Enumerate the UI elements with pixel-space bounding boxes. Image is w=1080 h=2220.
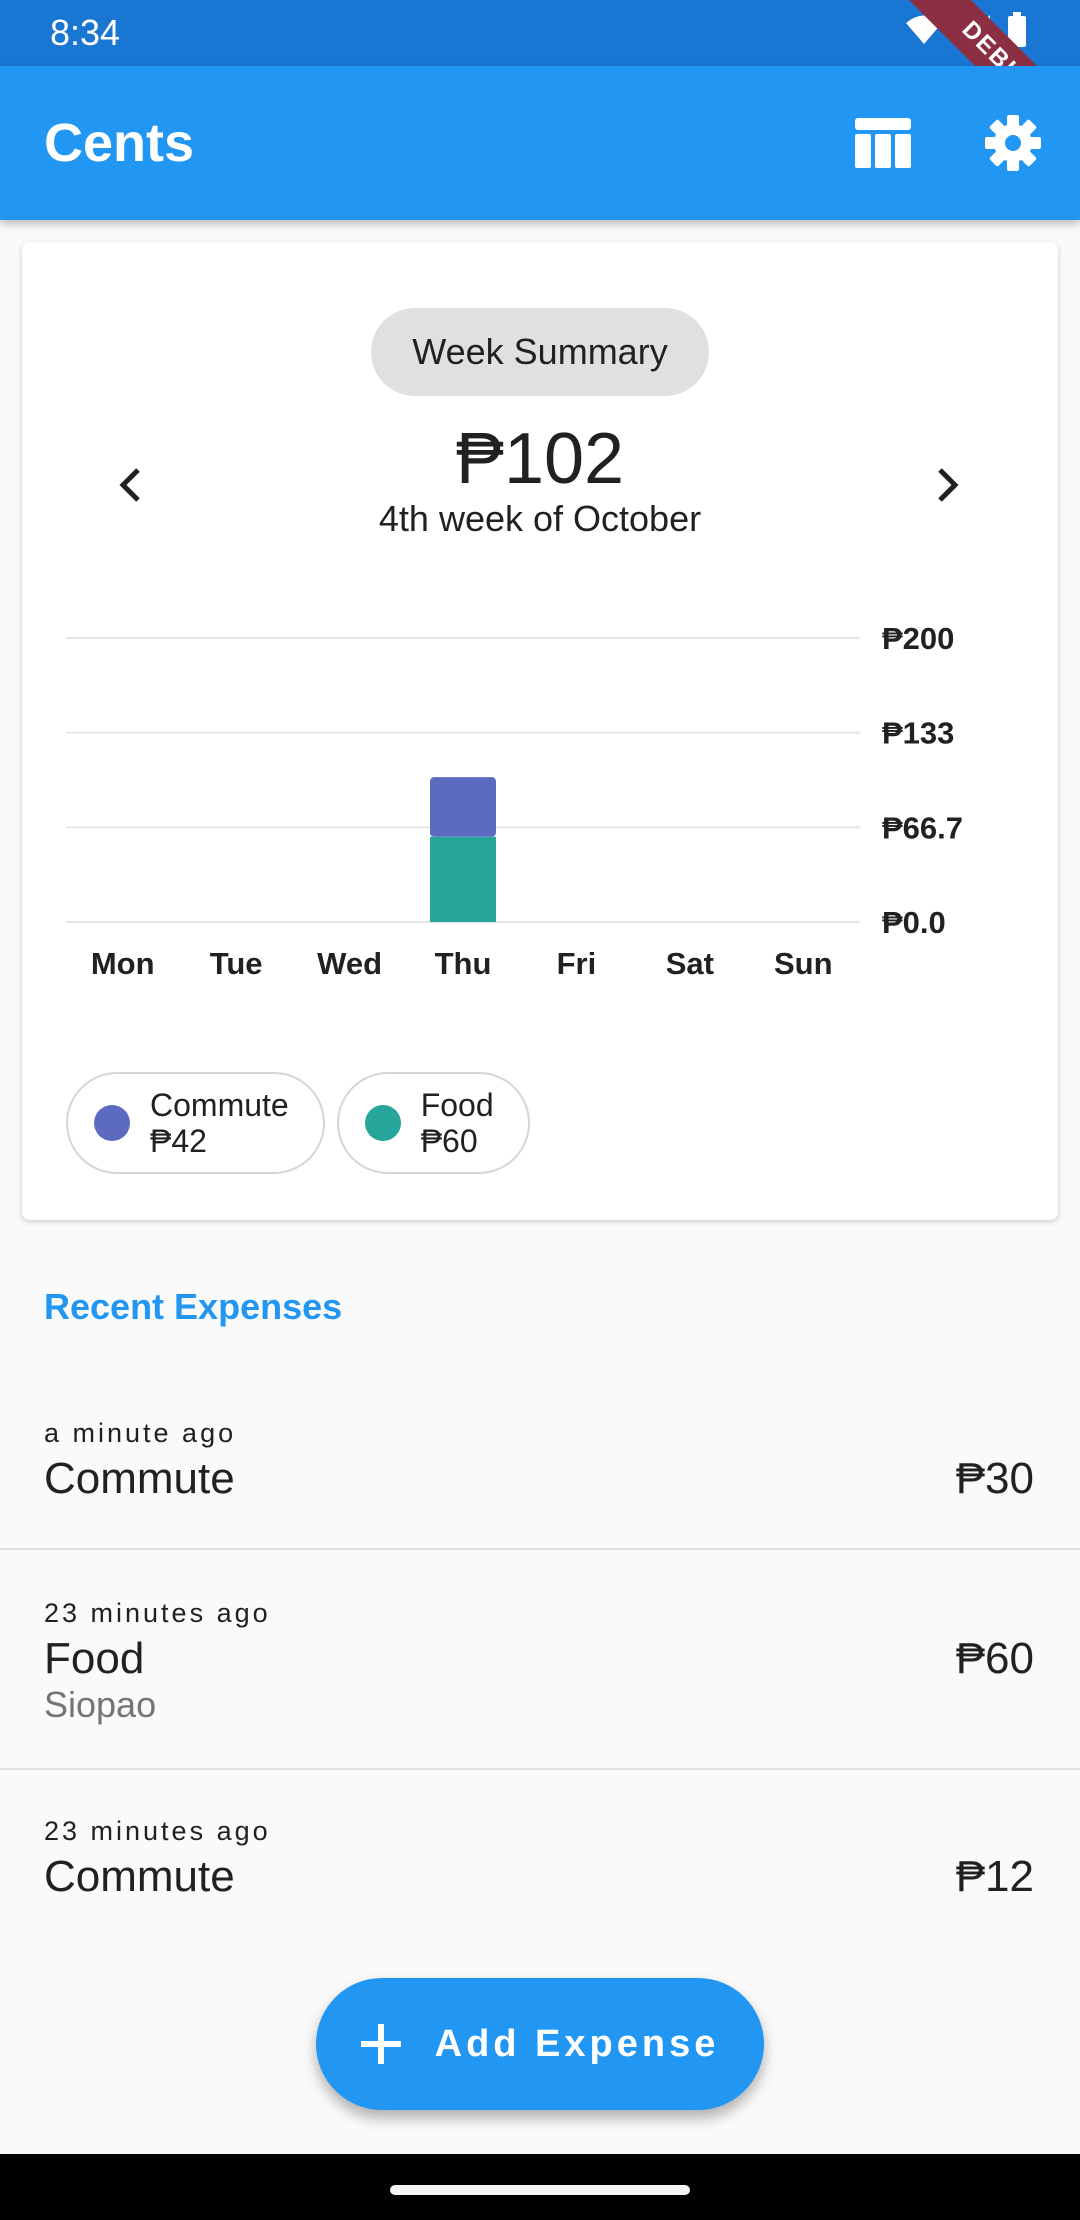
- x-tick-label: Thu: [435, 946, 492, 981]
- legend-chip-food[interactable]: Food ₱60: [336, 1072, 530, 1174]
- table-view-button[interactable]: [852, 112, 914, 174]
- recent-expenses-title: Recent Expenses: [44, 1286, 343, 1327]
- legend-text: Food ₱60: [421, 1087, 494, 1159]
- settings-button[interactable]: [982, 112, 1044, 174]
- expense-amount: ₱30: [955, 1454, 1034, 1503]
- week-summary-chip[interactable]: Week Summary: [371, 308, 709, 396]
- app-bar: Cents: [0, 66, 1080, 220]
- expense-category: Commute: [44, 1852, 235, 1901]
- expense-item[interactable]: 23 minutes ago Commute ₱12: [0, 1770, 1080, 1930]
- expense-note: Siopao: [44, 1684, 157, 1725]
- weekly-bar-chart: ₱0.0 ₱66.7 ₱133 ₱200 Mon Tue Wed Thu Fri Sat Sun: [66, 621, 963, 981]
- x-tick-label: Fri: [557, 946, 597, 981]
- chevron-right-icon: [938, 468, 959, 502]
- legend-amount: ₱42: [150, 1123, 207, 1159]
- plus-icon: [360, 2024, 401, 2064]
- legend-text: Commute ₱42: [150, 1087, 289, 1159]
- expense-item[interactable]: a minute ago Commute ₱30: [0, 1396, 1080, 1550]
- expense-category: Food: [44, 1634, 145, 1683]
- x-tick-label: Tue: [210, 946, 263, 981]
- x-tick-label: Sun: [774, 946, 833, 981]
- week-summary-card: Week Summary ₱102 4th week of October ₱0…: [22, 242, 1058, 1220]
- legend-dot: [364, 1105, 401, 1141]
- add-expense-button[interactable]: Add Expense: [316, 1978, 764, 2110]
- legend-label: Commute: [150, 1087, 289, 1123]
- gear-icon: [985, 115, 1041, 171]
- y-tick-label: ₱0.0: [882, 905, 946, 940]
- expense-amount: ₱12: [955, 1852, 1034, 1901]
- table-icon: [855, 118, 911, 168]
- week-period: 4th week of October: [378, 498, 702, 539]
- legend-amount: ₱60: [420, 1123, 478, 1159]
- expense-category: Commute: [44, 1454, 235, 1503]
- y-tick-label: ₱200: [882, 621, 954, 656]
- x-tick-label: Wed: [317, 946, 382, 981]
- bar-segment-commute[interactable]: [430, 777, 496, 837]
- add-expense-label: Add Expense: [434, 2022, 720, 2065]
- expense-item[interactable]: 23 minutes ago Food Siopao ₱60: [0, 1550, 1080, 1768]
- home-indicator[interactable]: [390, 2185, 690, 2195]
- chart-legend: Commute ₱42 Food ₱60: [66, 1072, 530, 1174]
- week-total: ₱102: [455, 419, 625, 499]
- expense-time: a minute ago: [44, 1418, 237, 1448]
- app-title: Cents: [44, 113, 195, 173]
- expense-time: 23 minutes ago: [44, 1816, 271, 1846]
- status-bar: 8:34 DEBUG: [0, 0, 1080, 182]
- legend-chip-commute[interactable]: Commute ₱42: [66, 1072, 325, 1174]
- expense-time: 23 minutes ago: [44, 1598, 271, 1628]
- status-time: 8:34: [50, 12, 121, 53]
- y-tick-label: ₱66.7: [882, 810, 963, 845]
- y-tick-label: ₱133: [882, 716, 954, 751]
- next-week-button[interactable]: [913, 450, 983, 520]
- legend-label: Food: [420, 1087, 494, 1123]
- expense-amount: ₱60: [955, 1634, 1034, 1683]
- legend-dot: [94, 1105, 130, 1141]
- x-tick-label: Sat: [666, 946, 714, 981]
- bar-segment-food[interactable]: [430, 836, 496, 922]
- x-tick-label: Mon: [91, 946, 155, 981]
